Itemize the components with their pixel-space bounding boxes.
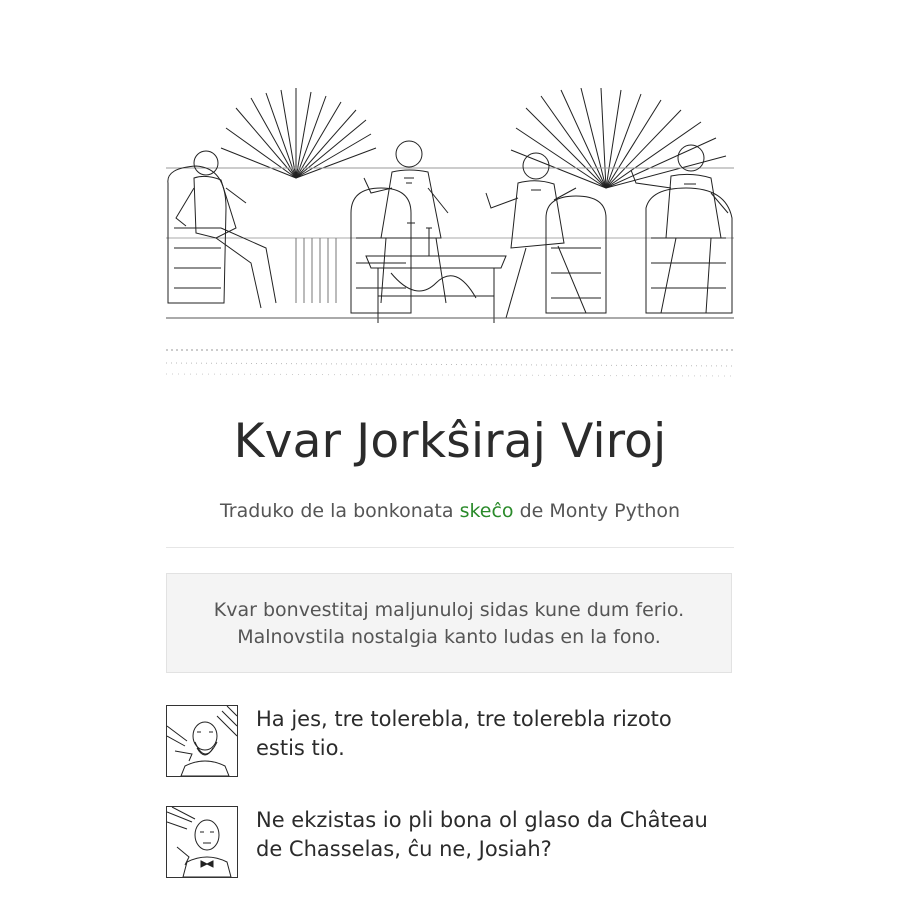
dialogue-text: Ha jes, tre tolerebla, tre tolerebla riz… bbox=[256, 707, 672, 760]
four-men-sketch-icon bbox=[166, 88, 734, 377]
intro-line-2: Malnovstila nostalgia kanto ludas en la … bbox=[237, 626, 661, 648]
subtitle: Traduko de la bonkonata skeĉo de Monty P… bbox=[166, 498, 734, 524]
intro-box: Kvar bonvestitaj maljunuloj sidas kune d… bbox=[166, 573, 732, 673]
palm-frond-left-icon bbox=[220, 88, 377, 179]
wicker-chair-icon bbox=[167, 165, 733, 314]
seated-man-2-icon bbox=[363, 140, 449, 304]
sketch-link[interactable]: skeĉo bbox=[460, 500, 514, 522]
page-title: Kvar Jorkŝiraj Viroj bbox=[233, 414, 667, 469]
seated-man-3-icon bbox=[485, 152, 587, 319]
bearded-man-portrait-icon bbox=[166, 705, 238, 777]
subtitle-text-before: Traduko de la bonkonata bbox=[219, 500, 460, 522]
gentleman-bowtie-portrait-icon bbox=[166, 806, 238, 878]
dialogue-line: Ne ekzistas io pli bona ol glaso da Chât… bbox=[166, 806, 734, 878]
dialogue-line: Ha jes, tre tolerebla, tre tolerebla riz… bbox=[166, 705, 734, 777]
subtitle-text-after: de Monty Python bbox=[513, 500, 681, 522]
dialogue-text: Ne ekzistas io pli bona ol glaso da Chât… bbox=[256, 808, 708, 861]
hero-illustration bbox=[166, 88, 734, 380]
divider bbox=[166, 547, 734, 548]
palm-frond-right-icon bbox=[510, 88, 727, 189]
intro-line-1: Kvar bonvestitaj maljunuloj sidas kune d… bbox=[213, 599, 685, 621]
